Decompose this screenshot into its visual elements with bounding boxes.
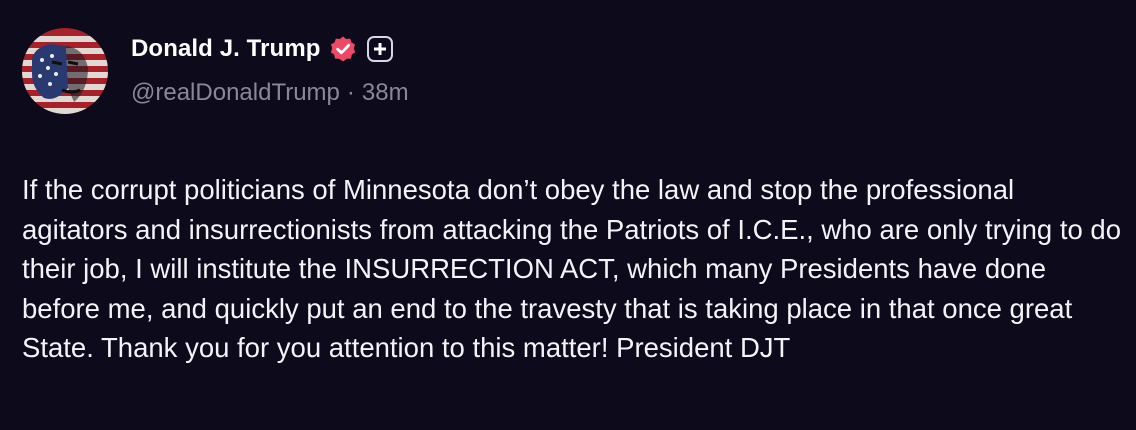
separator-dot: · <box>346 79 355 106</box>
plus-badge-icon[interactable] <box>366 36 393 62</box>
handle-row: @realDonaldTrump · 38m <box>131 79 409 107</box>
post-text: If the corrupt politicians of Minnesota … <box>22 174 1121 363</box>
handle[interactable]: @realDonaldTrump <box>131 79 340 107</box>
post-header: Donald J. Trump @realDonaldTrump · 38m <box>22 28 409 114</box>
author-info: Donald J. Trump @realDonaldTrump · 38m <box>131 28 409 107</box>
display-name[interactable]: Donald J. Trump <box>131 35 321 63</box>
verified-badge-icon <box>329 35 357 63</box>
name-row: Donald J. Trump <box>131 32 409 66</box>
avatar[interactable] <box>22 28 108 114</box>
flag-portrait-avatar-icon <box>22 28 108 114</box>
post-card: Donald J. Trump @realDonaldTrump · 38m I… <box>0 0 1136 430</box>
timestamp[interactable]: 38m <box>362 79 409 107</box>
